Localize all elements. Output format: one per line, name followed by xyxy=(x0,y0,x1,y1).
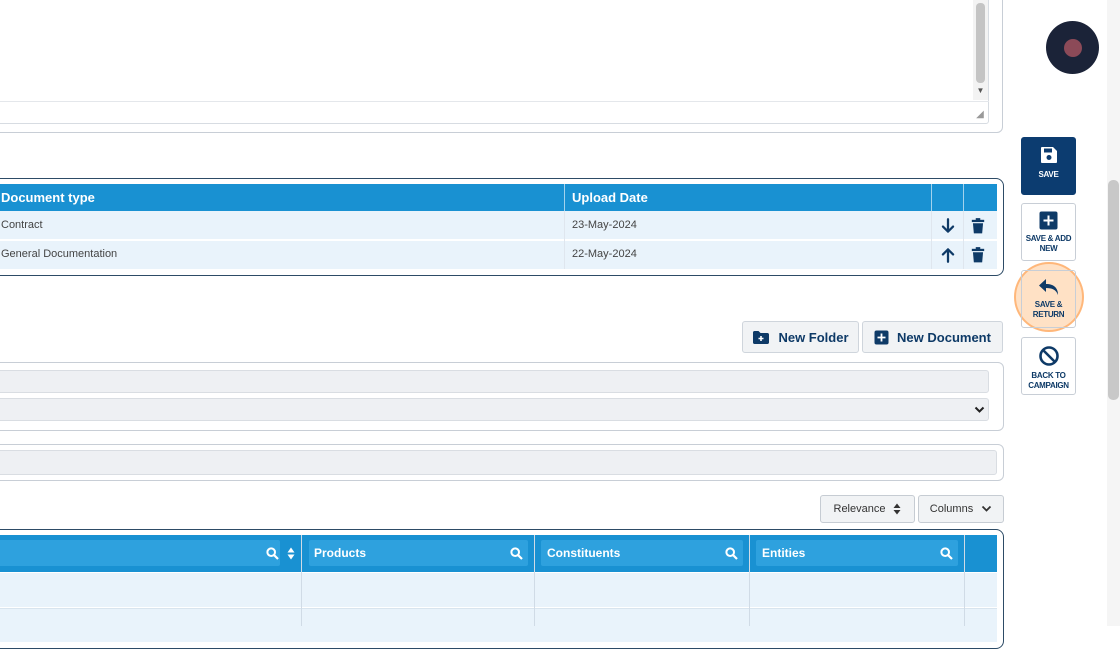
down-arrow-icon[interactable] xyxy=(939,217,957,235)
column-separator xyxy=(534,535,535,626)
column-separator xyxy=(963,211,964,269)
header-constituents: Constituents xyxy=(547,546,621,560)
folder-plus-icon xyxy=(753,330,770,344)
column-separator xyxy=(564,211,565,269)
save-return-label-line2: RETURN xyxy=(1032,310,1065,319)
sort-label: Relevance xyxy=(833,503,886,515)
table-row[interactable] xyxy=(0,211,997,240)
plus-square-icon xyxy=(874,330,889,344)
plus-square-icon xyxy=(1039,211,1058,230)
chevron-down-icon[interactable] xyxy=(974,405,985,414)
header-separator xyxy=(564,184,565,211)
table-row[interactable] xyxy=(0,573,997,607)
reply-arrow-icon xyxy=(1038,279,1058,295)
select-input[interactable] xyxy=(0,398,989,421)
save-label: SAVE xyxy=(1038,170,1059,179)
floppy-disk-icon xyxy=(1040,147,1057,163)
cell-upload-date: 22-May-2024 xyxy=(572,248,637,260)
search-icon[interactable] xyxy=(266,547,279,560)
new-document-label: New Document xyxy=(897,329,991,345)
page-scrollbar-thumb[interactable] xyxy=(1108,180,1119,400)
new-folder-button[interactable]: New Folder xyxy=(742,321,859,353)
column-separator xyxy=(301,535,302,626)
header-separator xyxy=(963,184,964,211)
column-separator xyxy=(964,535,965,626)
trash-icon[interactable] xyxy=(969,246,987,264)
table-row[interactable] xyxy=(0,241,997,270)
sort-icon xyxy=(893,503,901,515)
back-to-campaign-button[interactable]: BACK TO CAMPAIGN xyxy=(1021,337,1076,395)
cell-document-type: General Documentation xyxy=(1,248,118,260)
record-dot-icon xyxy=(1063,38,1082,57)
new-folder-label: New Folder xyxy=(778,329,849,345)
save-button[interactable]: SAVE xyxy=(1021,137,1076,195)
screen-recorder-button[interactable] xyxy=(1046,21,1099,74)
textarea-scrollbar-thumb[interactable] xyxy=(976,3,985,83)
table-row[interactable] xyxy=(0,608,997,642)
resize-grip-icon[interactable]: ◢ xyxy=(973,108,987,122)
columns-button[interactable]: Columns xyxy=(918,495,1004,523)
back-label-line1: BACK TO xyxy=(1031,371,1066,380)
header-separator xyxy=(931,184,932,211)
new-document-button[interactable]: New Document xyxy=(862,321,1003,353)
save-add-new-label-line1: SAVE & ADD xyxy=(1025,234,1072,243)
search-icon[interactable] xyxy=(725,547,738,560)
column-separator xyxy=(749,535,750,626)
save-add-new-label-line2: NEW xyxy=(1039,244,1058,253)
header-document-type: Document type xyxy=(1,190,95,205)
text-input[interactable] xyxy=(0,370,989,393)
column-separator xyxy=(931,211,932,269)
save-return-label-line1: SAVE & xyxy=(1034,300,1063,309)
textarea-divider xyxy=(0,101,989,102)
cell-document-type: Contract xyxy=(1,219,43,231)
header-upload-date: Upload Date xyxy=(572,190,648,205)
chevron-down-icon xyxy=(982,505,992,512)
column-filter[interactable] xyxy=(0,540,280,566)
scroll-down-arrow-icon[interactable]: ▼ xyxy=(975,86,986,96)
back-label-line2: CAMPAIGN xyxy=(1028,381,1069,390)
save-and-add-new-button[interactable]: SAVE & ADD NEW xyxy=(1021,203,1076,261)
sort-icon[interactable] xyxy=(287,547,295,560)
save-add-new-label: SAVE & ADD NEW xyxy=(1025,234,1072,254)
search-icon[interactable] xyxy=(510,547,523,560)
up-arrow-icon[interactable] xyxy=(939,246,957,264)
save-and-return-button[interactable]: SAVE & RETURN xyxy=(1021,270,1076,328)
documents-table-header xyxy=(0,184,997,211)
search-input[interactable] xyxy=(0,450,997,475)
trash-icon[interactable] xyxy=(969,217,987,235)
header-entities: Entities xyxy=(762,546,806,560)
columns-label: Columns xyxy=(929,503,974,515)
cell-upload-date: 23-May-2024 xyxy=(572,219,637,231)
ban-icon xyxy=(1038,346,1059,366)
sort-relevance-button[interactable]: Relevance xyxy=(820,495,915,523)
search-icon[interactable] xyxy=(940,547,953,560)
back-to-campaign-label: BACK TO CAMPAIGN xyxy=(1028,371,1069,391)
notes-textarea[interactable] xyxy=(0,0,989,124)
save-return-label: SAVE & RETURN xyxy=(1033,300,1065,320)
header-products: Products xyxy=(314,546,367,560)
